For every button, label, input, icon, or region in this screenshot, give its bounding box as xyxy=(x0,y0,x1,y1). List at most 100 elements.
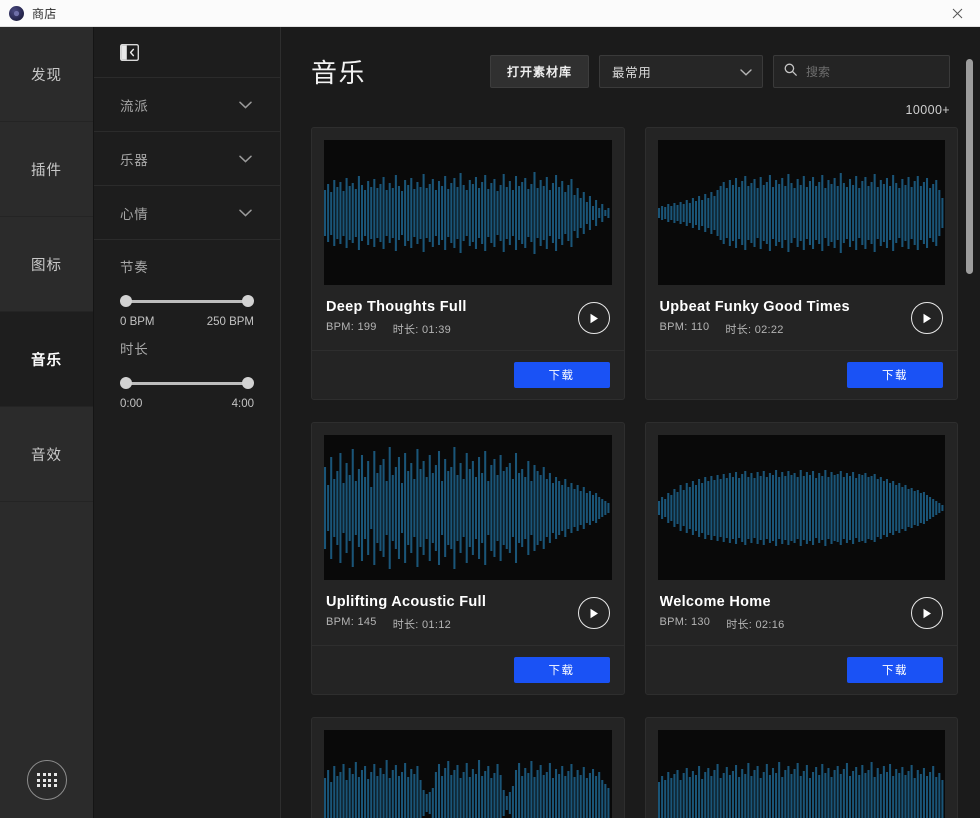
window-body: 发现 插件 图标 音乐 音效 流派 乐器 心情 节奏 0 BPM 250 BPM… xyxy=(0,27,980,818)
duration-max-label: 4:00 xyxy=(231,398,254,410)
waveform-svg xyxy=(324,760,610,818)
waveform-svg xyxy=(657,470,943,546)
app-logo-icon xyxy=(9,5,24,21)
download-button[interactable]: 下载 xyxy=(847,362,943,388)
search-box[interactable] xyxy=(773,55,950,88)
track-info: Deep Thoughts Full BPM: 199 时长: 01:39 xyxy=(312,285,624,351)
slider-knob-min[interactable] xyxy=(120,377,132,389)
download-button[interactable]: 下载 xyxy=(513,657,610,683)
waveform-svg xyxy=(324,447,610,569)
sidebar-item-icons[interactable]: 图标 xyxy=(0,217,93,312)
track-duration: 时长: 01:12 xyxy=(392,619,452,631)
store-window: 商店 发现 插件 图标 音乐 音效 流派 乐器 心情 节奏 0 BPM 250 … xyxy=(0,0,980,818)
waveform-preview[interactable] xyxy=(657,435,945,580)
vertical-scrollbar[interactable] xyxy=(966,59,973,818)
waveform-svg xyxy=(657,762,943,818)
tempo-range-values: 0 BPM 250 BPM xyxy=(120,316,254,328)
download-button[interactable]: 下载 xyxy=(847,657,943,683)
download-button[interactable]: 下载 xyxy=(513,362,610,388)
track-info: Welcome Home BPM: 130 时长: 02:16 xyxy=(645,580,957,646)
play-icon[interactable] xyxy=(577,597,610,629)
chevron-down-icon xyxy=(239,155,252,163)
page-title: 音乐 xyxy=(311,58,367,88)
waveform-preview[interactable] xyxy=(657,140,945,285)
result-count: 10000+ xyxy=(905,103,950,117)
tempo-min-label: 0 BPM xyxy=(120,316,155,328)
track-duration: 时长: 02:22 xyxy=(725,324,784,336)
filter-section-label: 流派 xyxy=(120,98,149,114)
track-title: Uplifting Acoustic Full xyxy=(326,594,487,610)
waveform-bars xyxy=(324,447,610,569)
track-bpm: BPM: 145 xyxy=(326,616,377,628)
track-card[interactable]: Uplifting Acoustic Full BPM: 145 时长: 01:… xyxy=(311,422,625,695)
waveform-preview[interactable] xyxy=(324,140,612,285)
slider-track xyxy=(125,299,249,303)
track-card[interactable]: Deep Thoughts Full BPM: 199 时长: 01:39 下载 xyxy=(311,127,625,400)
waveform-preview[interactable] xyxy=(657,730,945,818)
slider-knob-min[interactable] xyxy=(120,295,132,307)
track-meta: BPM: 145 时长: 01:12 xyxy=(326,616,578,632)
track-card[interactable]: Happy And Inspiring 下载 xyxy=(311,717,625,818)
duration-range-slider[interactable] xyxy=(120,377,254,389)
waveform-svg xyxy=(324,172,610,254)
track-bpm: BPM: 199 xyxy=(326,321,377,333)
slider-knob-max[interactable] xyxy=(242,295,254,307)
track-text: Upbeat Funky Good Times BPM: 110 时长: 02:… xyxy=(660,299,912,337)
play-icon[interactable] xyxy=(577,302,610,334)
play-icon[interactable] xyxy=(911,302,943,334)
main-content: 音乐 打开素材库 最常用 搜索 10000+ Deep Thoughts Ful… xyxy=(281,27,980,818)
waveform-bars xyxy=(657,470,943,546)
close-icon[interactable] xyxy=(935,0,980,26)
track-duration: 时长: 01:39 xyxy=(392,324,452,336)
track-text: Welcome Home BPM: 130 时长: 02:16 xyxy=(660,594,912,632)
sidebar-item-sound-effects[interactable]: 音效 xyxy=(0,407,93,502)
waveform-bars xyxy=(324,760,610,818)
collapse-row xyxy=(94,27,280,77)
filter-range-label: 时长 xyxy=(120,342,149,357)
track-footer: 下载 xyxy=(646,351,958,399)
track-title: Welcome Home xyxy=(659,594,771,610)
search-icon xyxy=(784,63,797,81)
duration-min-label: 0:00 xyxy=(120,398,143,410)
track-info: Upbeat Funky Good Times BPM: 110 时长: 02:… xyxy=(645,285,957,351)
waveform-bars xyxy=(324,172,610,254)
track-text: Uplifting Acoustic Full BPM: 145 时长: 01:… xyxy=(326,594,578,632)
track-card[interactable]: Welcome Home BPM: 130 时长: 02:16 下载 xyxy=(644,422,958,695)
title-bar: 商店 xyxy=(0,0,980,27)
track-card[interactable]: Acoustic Loop 24 下载 xyxy=(644,717,958,818)
filter-range-label: 节奏 xyxy=(120,260,149,275)
track-card[interactable]: Upbeat Funky Good Times BPM: 110 时长: 02:… xyxy=(644,127,958,400)
track-footer: 下载 xyxy=(646,646,958,694)
sidebar-item-plugins[interactable]: 插件 xyxy=(0,122,93,217)
track-title: Upbeat Funky Good Times xyxy=(659,299,850,315)
sidebar-item-label: 图标 xyxy=(31,257,62,274)
scrollbar-thumb[interactable] xyxy=(966,59,973,274)
track-duration: 时长: 02:16 xyxy=(726,619,785,631)
sort-dropdown[interactable]: 最常用 xyxy=(599,55,763,88)
search-input[interactable] xyxy=(804,63,939,80)
open-library-button[interactable]: 打开素材库 xyxy=(489,55,589,88)
waveform-preview[interactable] xyxy=(324,730,612,818)
play-icon[interactable] xyxy=(911,597,943,629)
filter-range-duration: 时长 0:00 4:00 xyxy=(94,328,280,410)
panel-collapse-icon[interactable] xyxy=(119,43,140,61)
track-grid-scroll[interactable]: Deep Thoughts Full BPM: 199 时长: 01:39 下载… xyxy=(281,127,980,818)
filter-section-instrument[interactable]: 乐器 xyxy=(94,131,280,185)
slider-knob-max[interactable] xyxy=(242,377,254,389)
track-meta: BPM: 130 时长: 02:16 xyxy=(660,616,912,632)
track-footer: 下载 xyxy=(312,646,624,694)
track-text: Deep Thoughts Full BPM: 199 时长: 01:39 xyxy=(326,299,578,337)
tempo-range-slider[interactable] xyxy=(120,295,254,307)
sort-dropdown-value: 最常用 xyxy=(612,66,652,80)
window-title: 商店 xyxy=(32,6,57,21)
sidebar-item-label: 音乐 xyxy=(31,352,62,369)
track-meta: BPM: 199 时长: 01:39 xyxy=(326,321,578,337)
apps-grid-dots xyxy=(37,773,57,787)
filter-section-genre[interactable]: 流派 xyxy=(94,77,280,131)
filter-section-mood[interactable]: 心情 xyxy=(94,185,280,239)
waveform-preview[interactable] xyxy=(324,435,612,580)
track-info: Uplifting Acoustic Full BPM: 145 时长: 01:… xyxy=(312,580,624,646)
apps-grid-icon[interactable] xyxy=(27,760,67,800)
sidebar-item-music[interactable]: 音乐 xyxy=(0,312,93,407)
sidebar-item-discover[interactable]: 发现 xyxy=(0,27,93,122)
